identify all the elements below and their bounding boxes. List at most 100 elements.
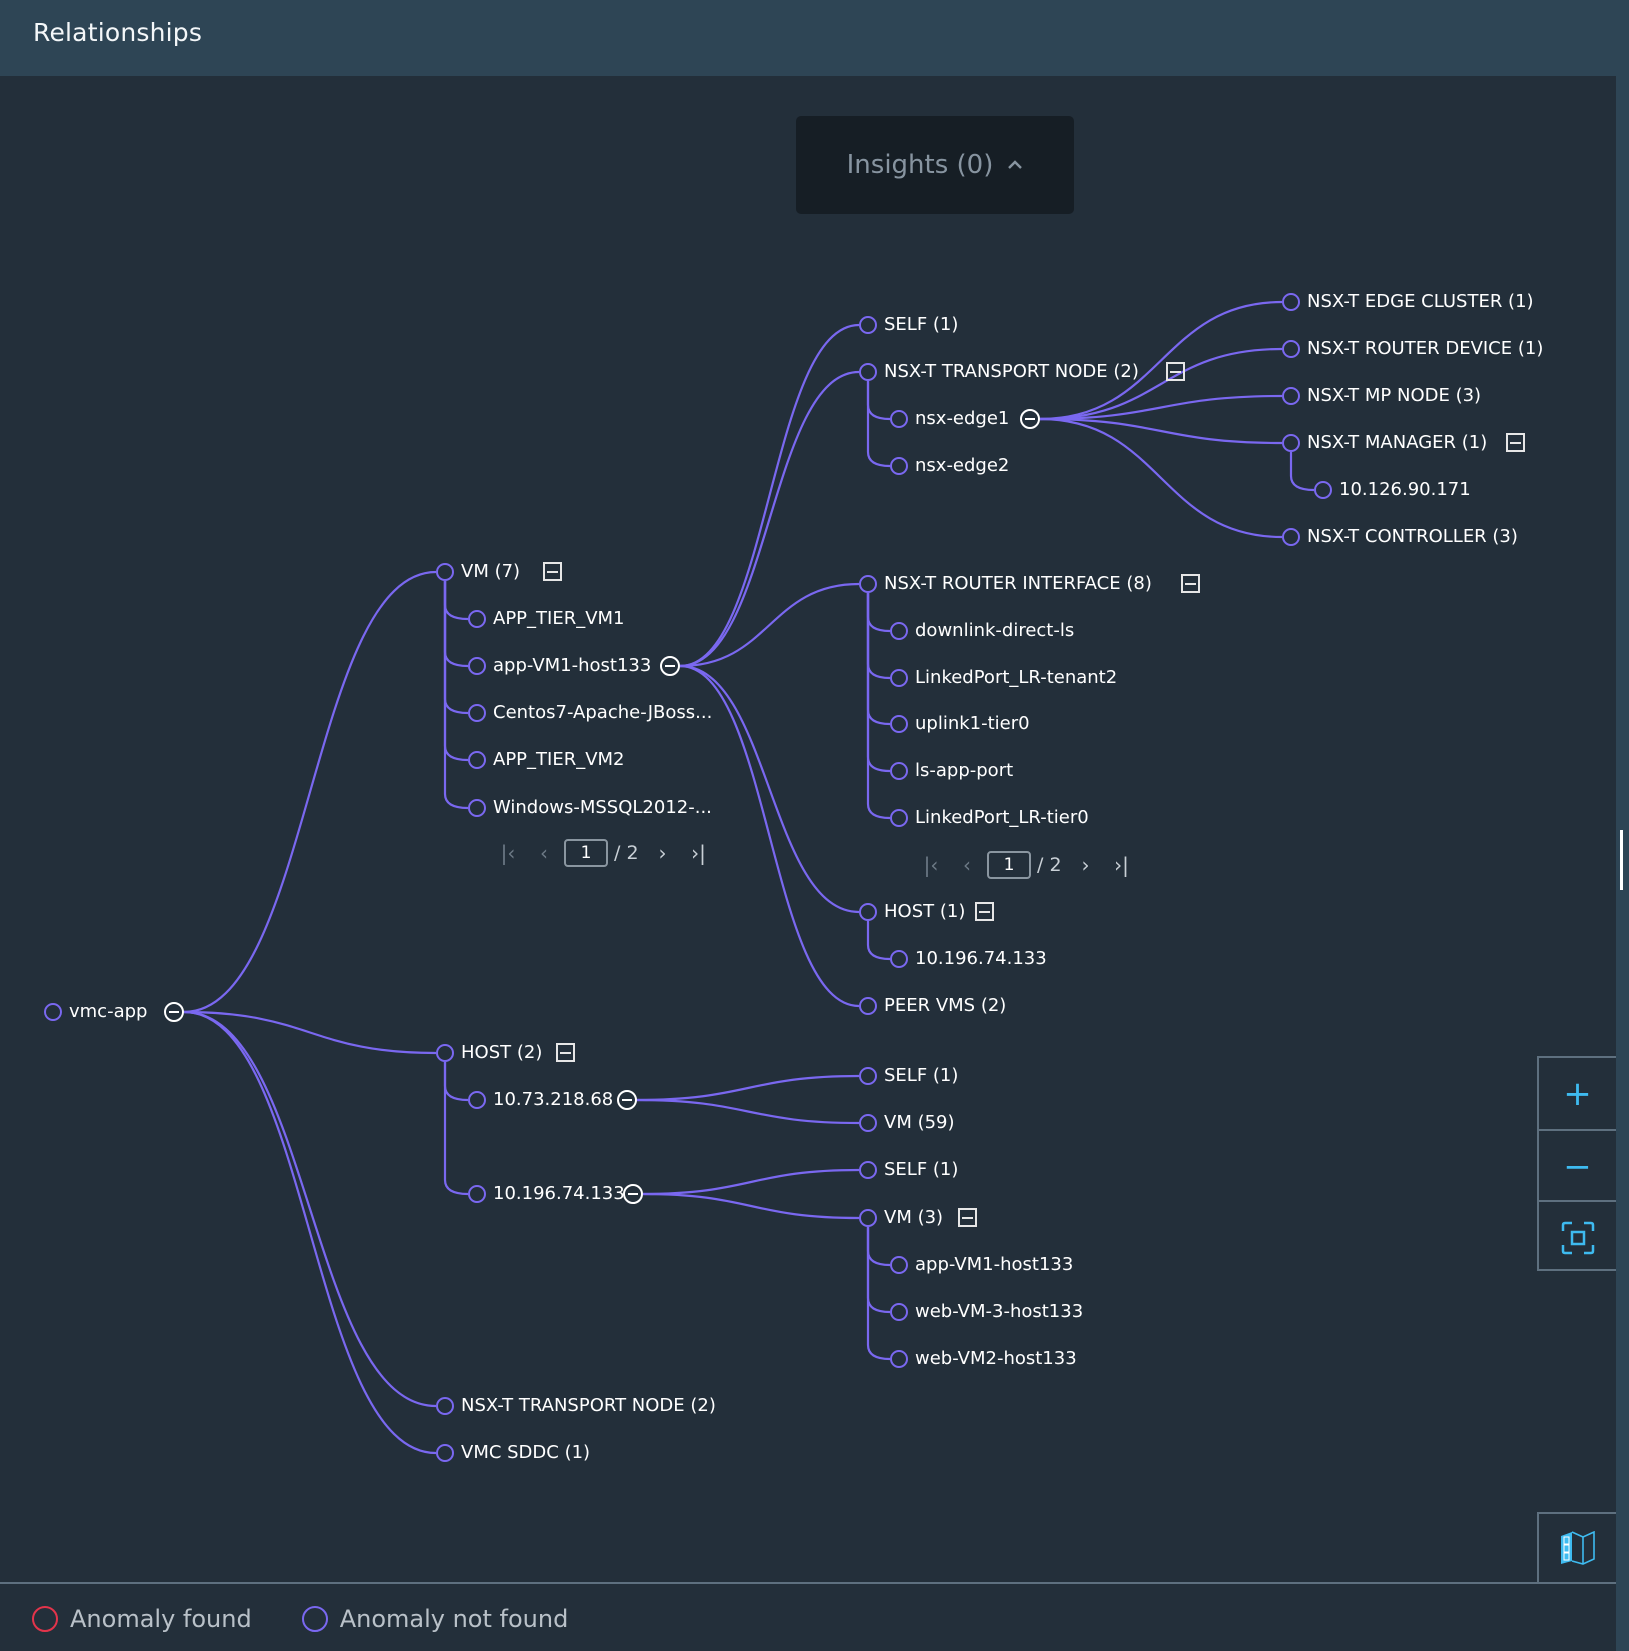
interface-node-label[interactable]: LinkedPort_LR-tier0 [915,807,1089,829]
node-icon[interactable] [436,1044,454,1062]
host-node-label[interactable]: HOST (1) [884,901,965,923]
node-icon[interactable] [44,1003,62,1021]
node-icon[interactable] [436,1444,454,1462]
interface-node-label[interactable]: downlink-direct-ls [915,620,1074,642]
node-icon[interactable] [890,410,908,428]
host-child-label[interactable]: VM (59) [884,1112,955,1134]
node-icon[interactable] [890,715,908,733]
node-icon[interactable] [1314,481,1332,499]
collapse-group-icon[interactable] [543,562,562,581]
node-icon[interactable] [859,903,877,921]
nsx-node-label[interactable]: NSX-T CONTROLLER (3) [1307,526,1518,548]
collapse-group-icon[interactable] [1181,574,1200,593]
node-icon[interactable] [468,751,486,769]
node-icon[interactable] [436,1397,454,1415]
interface-node-label[interactable]: ls-app-port [915,760,1013,782]
node-icon[interactable] [1282,387,1300,405]
nsx-node-label[interactable]: NSX-T ROUTER DEVICE (1) [1307,338,1543,360]
interface-node-label[interactable]: uplink1-tier0 [915,713,1030,735]
prev-page-icon[interactable]: ‹ [526,841,562,865]
node-icon[interactable] [468,657,486,675]
node-icon[interactable] [890,1350,908,1368]
nsx-node-label[interactable]: NSX-T MANAGER (1) [1307,432,1487,454]
edge-node-label[interactable]: nsx-edge2 [915,455,1009,477]
node-icon[interactable] [436,563,454,581]
self-node-label[interactable]: SELF (1) [884,314,958,336]
node-icon[interactable] [890,809,908,827]
vm-node-label[interactable]: APP_TIER_VM2 [493,749,625,771]
next-page-icon[interactable]: › [645,841,681,865]
node-icon[interactable] [890,1303,908,1321]
collapse-group-icon[interactable] [1166,362,1185,381]
collapse-icon[interactable] [617,1090,637,1110]
node-icon[interactable] [1282,340,1300,358]
zoom-out-button[interactable]: − [1539,1131,1616,1202]
node-icon[interactable] [859,1114,877,1132]
last-page-icon[interactable]: ›| [681,841,717,865]
vm-node-label[interactable]: app-VM1-host133 [493,655,651,677]
collapse-group-icon[interactable] [975,902,994,921]
node-icon[interactable] [859,997,877,1015]
edge-node-label[interactable]: nsx-edge1 [915,408,1009,430]
page-number-input[interactable]: 1 [564,839,608,867]
first-page-icon[interactable]: |‹ [490,841,526,865]
peer-vms-label[interactable]: PEER VMS (2) [884,995,1006,1017]
node-icon[interactable] [1282,434,1300,452]
collapse-icon[interactable] [623,1184,643,1204]
vm-node-label[interactable]: web-VM2-host133 [915,1348,1077,1370]
vm-node-label[interactable]: Windows-MSSQL2012-... [493,797,712,819]
interface-node-label[interactable]: LinkedPort_LR-tenant2 [915,667,1117,689]
collapse-group-icon[interactable] [1506,433,1525,452]
node-icon[interactable] [859,316,877,334]
vm-node-label[interactable]: web-VM-3-host133 [915,1301,1083,1323]
collapse-group-icon[interactable] [958,1208,977,1227]
vm-node-label[interactable]: app-VM1-host133 [915,1254,1073,1276]
node-icon[interactable] [890,622,908,640]
vm-node-label[interactable]: APP_TIER_VM1 [493,608,625,630]
minimap-button[interactable] [1537,1512,1616,1582]
vm-group-label[interactable]: VM (7) [461,561,520,583]
node-icon[interactable] [468,704,486,722]
node-icon[interactable] [890,950,908,968]
node-icon[interactable] [859,1209,877,1227]
collapse-icon[interactable] [660,656,680,676]
node-icon[interactable] [890,1256,908,1274]
node-icon[interactable] [468,799,486,817]
nsx-node-label[interactable]: NSX-T MP NODE (3) [1307,385,1481,407]
node-icon[interactable] [468,610,486,628]
node-icon[interactable] [890,762,908,780]
transport-node-label[interactable]: NSX-T TRANSPORT NODE (2) [884,361,1139,383]
collapse-group-icon[interactable] [556,1043,575,1062]
node-icon[interactable] [468,1091,486,1109]
host-ip-label[interactable]: 10.196.74.133 [493,1183,625,1205]
node-icon[interactable] [859,363,877,381]
root-node-label[interactable]: vmc-app [69,1001,147,1023]
vmc-sddc-label[interactable]: VMC SDDC (1) [461,1442,590,1464]
vm-node-label[interactable]: Centos7-Apache-JBoss... [493,702,712,724]
prev-page-icon[interactable]: ‹ [949,853,985,877]
node-icon[interactable] [859,1161,877,1179]
node-icon[interactable] [1282,293,1300,311]
next-page-icon[interactable]: › [1068,853,1104,877]
host-ip-label[interactable]: 10.73.218.68 [493,1089,613,1111]
node-icon[interactable] [890,457,908,475]
router-interface-label[interactable]: NSX-T ROUTER INTERFACE (8) [884,573,1152,595]
self-node-label[interactable]: SELF (1) [884,1159,958,1181]
nsx-node-label[interactable]: NSX-T EDGE CLUSTER (1) [1307,291,1534,313]
transport-node-label[interactable]: NSX-T TRANSPORT NODE (2) [461,1395,716,1417]
node-icon[interactable] [859,575,877,593]
first-page-icon[interactable]: |‹ [913,853,949,877]
zoom-in-button[interactable]: + [1539,1058,1616,1129]
page-number-input[interactable]: 1 [987,851,1031,879]
host-child-label[interactable]: SELF (1) [884,1065,958,1087]
node-icon[interactable] [1282,528,1300,546]
vm-group-label[interactable]: VM (3) [884,1207,943,1229]
collapse-icon[interactable] [1020,409,1040,429]
last-page-icon[interactable]: ›| [1104,853,1140,877]
collapse-icon[interactable] [164,1002,184,1022]
host-group-label[interactable]: HOST (2) [461,1042,542,1064]
host-ip-label[interactable]: 10.196.74.133 [915,948,1047,970]
node-icon[interactable] [890,669,908,687]
fit-to-screen-button[interactable] [1539,1202,1616,1273]
node-icon[interactable] [859,1067,877,1085]
